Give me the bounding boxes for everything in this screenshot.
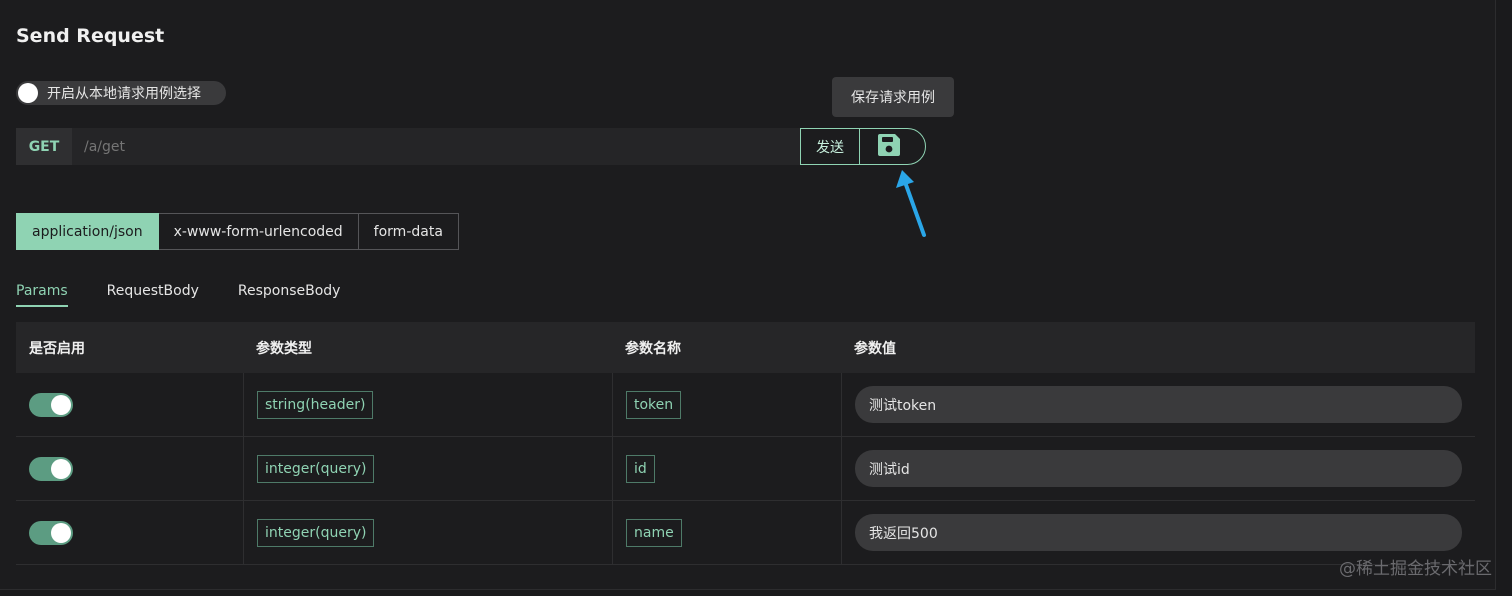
header-enabled: 是否启用 [29,340,85,357]
tab-request-body[interactable]: RequestBody [107,283,199,307]
url-input[interactable] [72,128,800,165]
enable-switch[interactable] [29,520,73,545]
params-table: 是否启用 参数类型 参数名称 参数值 string(header) token … [16,322,1475,565]
pointer-arrow-icon [893,168,933,244]
page-title: Send Request [16,25,165,47]
param-value-input[interactable]: 测试token [855,386,1462,423]
param-type-tag: integer(query) [257,454,375,483]
toggle-knob [18,83,38,103]
content-type-form-data[interactable]: form-data [358,213,459,250]
table-row: integer(query) name 我返回500 [16,501,1475,565]
local-case-toggle-label: 开启从本地请求用例选择 [47,86,201,102]
header-param-name: 参数名称 [625,340,681,357]
send-request-panel: Send Request 开启从本地请求用例选择 保存请求用例 GET 发送 a… [0,0,1496,590]
param-value-input[interactable]: 我返回500 [855,514,1462,551]
param-name-tag: name [626,518,682,547]
table-header: 是否启用 参数类型 参数名称 参数值 [16,322,1475,373]
param-type-tag: string(header) [257,390,374,419]
request-tabs: Params RequestBody ResponseBody [16,283,379,307]
param-type-tag: integer(query) [257,518,375,547]
method-label[interactable]: GET [16,128,72,165]
table-row: integer(query) id 测试id [16,437,1475,501]
enable-switch[interactable] [29,456,73,481]
content-type-urlencoded[interactable]: x-www-form-urlencoded [158,213,359,250]
local-case-toggle[interactable]: 开启从本地请求用例选择 [16,81,226,105]
header-param-type: 参数类型 [256,340,312,357]
floppy-disk-icon [876,132,902,162]
tab-params[interactable]: Params [16,283,68,307]
content-type-json[interactable]: application/json [16,213,159,250]
request-url-bar: GET [16,128,800,165]
param-name-tag: id [626,454,655,483]
watermark: @稀土掘金技术社区 [1339,559,1492,579]
save-case-button[interactable] [859,128,926,165]
param-name-tag: token [626,390,682,419]
param-value-input[interactable]: 测试id [855,450,1462,487]
header-param-value: 参数值 [854,340,896,357]
content-type-selector: application/json x-www-form-urlencoded f… [16,213,459,250]
enable-switch[interactable] [29,392,73,417]
send-button[interactable]: 发送 [800,128,860,165]
save-case-tooltip: 保存请求用例 [832,77,954,117]
tab-response-body[interactable]: ResponseBody [238,283,341,307]
table-row: string(header) token 测试token [16,373,1475,437]
